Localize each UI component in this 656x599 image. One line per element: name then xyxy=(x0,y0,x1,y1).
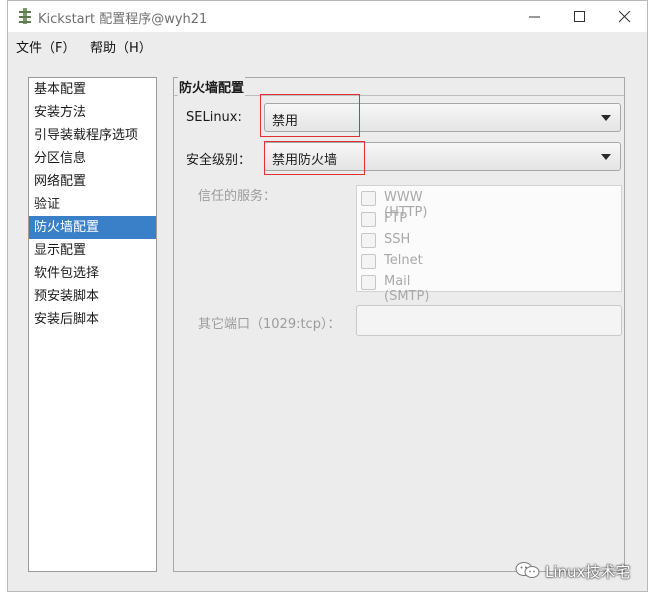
minimize-button[interactable] xyxy=(512,1,556,32)
annotation-box-selinux xyxy=(260,94,360,137)
app-icon xyxy=(19,8,31,24)
watermark-text: Linux技术宅 xyxy=(545,563,631,581)
minimize-icon xyxy=(529,16,540,18)
security-level-label: 安全级别： xyxy=(186,153,252,168)
service-ftp-label: FTP xyxy=(384,211,408,226)
checkbox-smtp[interactable] xyxy=(361,275,376,290)
service-smtp-label: Mail (SMTP) xyxy=(384,274,430,304)
annotation-box-security-level xyxy=(264,141,365,175)
sidebar-item-display[interactable]: 显示配置 xyxy=(29,239,156,262)
chevron-down-icon xyxy=(601,154,611,160)
other-ports-input[interactable] xyxy=(356,305,622,336)
chevron-down-icon xyxy=(601,115,611,121)
watermark: Linux技术宅 xyxy=(514,560,654,582)
sidebar-item-packages[interactable]: 软件包选择 xyxy=(29,262,156,285)
maximize-icon xyxy=(574,11,585,22)
maximize-button[interactable] xyxy=(557,1,601,32)
trusted-services-label: 信任的服务： xyxy=(198,189,277,204)
panel-title: 防火墙配置 xyxy=(178,77,246,96)
sidebar-item-post-script[interactable]: 安装后脚本 xyxy=(29,308,156,331)
menu-bar: 文件（F） 帮助（H） xyxy=(8,32,647,57)
service-ssh-label: SSH xyxy=(384,232,411,247)
sidebar-item-install-method[interactable]: 安装方法 xyxy=(29,101,156,124)
checkbox-ftp[interactable] xyxy=(361,212,376,227)
sidebar-item-bootloader[interactable]: 引导装载程序选项 xyxy=(29,124,156,147)
sidebar-item-auth[interactable]: 验证 xyxy=(29,193,156,216)
checkbox-ssh[interactable] xyxy=(361,233,376,248)
checkbox-telnet[interactable] xyxy=(361,254,376,269)
checkbox-www[interactable] xyxy=(361,191,376,206)
sidebar-item-partition[interactable]: 分区信息 xyxy=(29,147,156,170)
other-ports-label: 其它端口（1029:tcp）： xyxy=(198,317,341,332)
menu-file[interactable]: 文件（F） xyxy=(16,37,75,56)
sidebar-item-network[interactable]: 网络配置 xyxy=(29,170,156,193)
sidebar-item-basic[interactable]: 基本配置 xyxy=(29,78,156,101)
title-bar[interactable]: Kickstart 配置程序@wyh21 xyxy=(8,1,647,32)
close-button[interactable] xyxy=(602,1,646,32)
service-telnet-label: Telnet xyxy=(384,253,423,268)
wechat-icon xyxy=(515,562,540,578)
window-title: Kickstart 配置程序@wyh21 xyxy=(38,12,208,27)
trusted-services-list: WWW (HTTP) FTP SSH Telnet Mail (SMTP) xyxy=(356,185,622,304)
kickstart-window: Kickstart 配置程序@wyh21 文件（F） 帮助（H） 基本配置 安装… xyxy=(7,0,648,592)
close-icon xyxy=(619,11,631,23)
sidebar: 基本配置 安装方法 引导装载程序选项 分区信息 网络配置 验证 防火墙配置 显示… xyxy=(28,77,157,572)
sidebar-item-pre-script[interactable]: 预安装脚本 xyxy=(29,285,156,308)
selinux-label: SELinux: xyxy=(186,110,242,125)
menu-help[interactable]: 帮助（H） xyxy=(90,37,152,56)
sidebar-item-firewall[interactable]: 防火墙配置 xyxy=(29,216,156,239)
